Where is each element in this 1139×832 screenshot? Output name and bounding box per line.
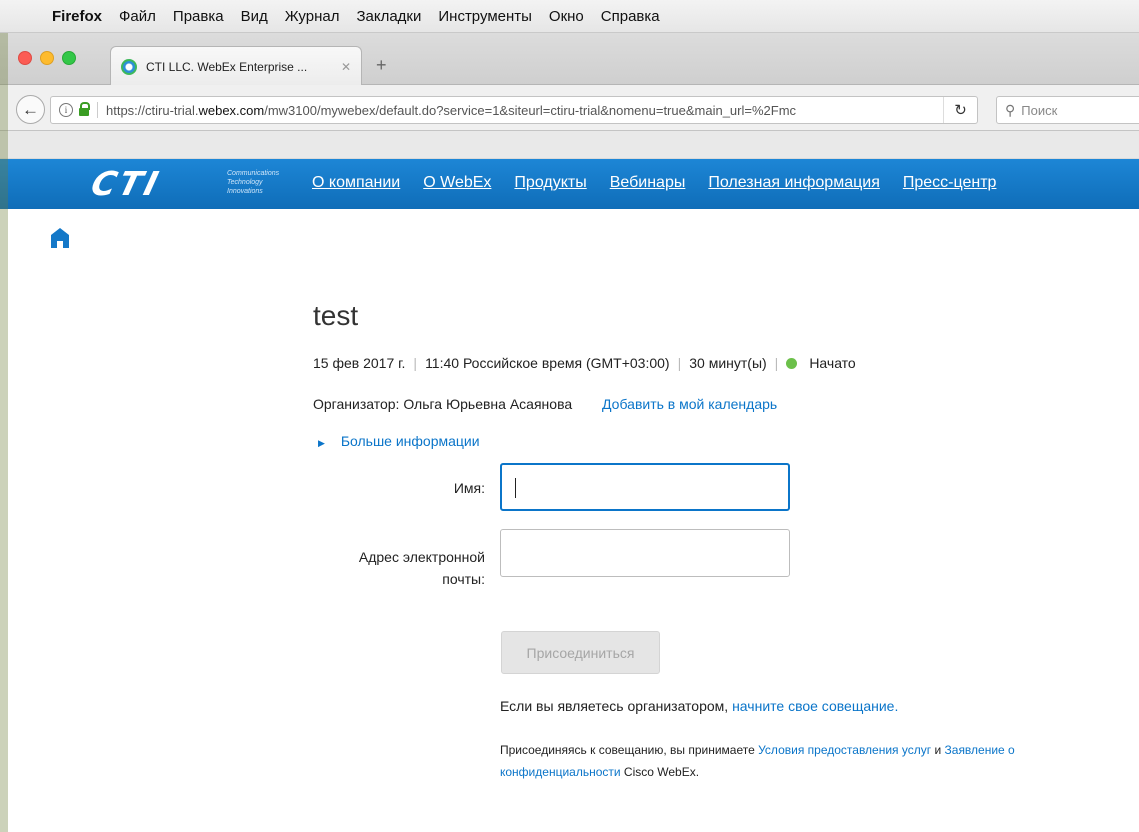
- menu-history[interactable]: Журнал: [285, 8, 340, 25]
- logo-tagline-1: Communications: [227, 170, 280, 177]
- menu-window[interactable]: Окно: [549, 8, 584, 25]
- terms-suffix: Cisco WebEx.: [623, 765, 700, 779]
- join-button[interactable]: Присоединиться: [501, 631, 660, 674]
- email-label-line2: почты:: [442, 571, 485, 587]
- meeting-title: test: [313, 300, 359, 331]
- window-minimize-button[interactable]: [40, 51, 54, 65]
- new-tab-button[interactable]: +: [376, 55, 387, 76]
- tab-close-icon[interactable]: ✕: [341, 60, 351, 74]
- terms-text: Присоединяясь к совещанию, вы принимаете…: [500, 739, 1139, 783]
- url-domain: webex.com: [198, 102, 265, 118]
- window-edge: [0, 33, 8, 832]
- nav-useful-info[interactable]: Полезная информация: [708, 174, 880, 192]
- terms-and: и: [934, 743, 942, 757]
- url-bar[interactable]: i https://ctiru-trial.webex.com/mw3100/m…: [50, 96, 978, 124]
- meeting-date: 15 фев 2017 г.: [313, 355, 406, 371]
- privacy-statement-link-cont[interactable]: конфиденциальности: [500, 765, 621, 779]
- back-arrow-icon: ←: [22, 99, 39, 119]
- logo-tagline-2: Technology: [227, 179, 263, 186]
- nav-webinars[interactable]: Вебинары: [610, 174, 686, 192]
- browser-tab-active[interactable]: CTI LLC. WebEx Enterprise ... ✕: [110, 46, 362, 86]
- logo-tagline-3: Innovations: [227, 188, 263, 195]
- cti-logo[interactable]: CTI Communications Technology Innovation…: [87, 164, 279, 203]
- search-bar[interactable]: ⚲ Поиск: [996, 96, 1139, 124]
- menu-help[interactable]: Справка: [601, 8, 660, 25]
- logo-tagline: Communications Technology Innovations: [227, 169, 279, 196]
- menu-file[interactable]: Файл: [119, 8, 156, 25]
- window-close-button[interactable]: [18, 51, 32, 65]
- macos-menubar: Firefox Файл Правка Вид Журнал Закладки …: [0, 0, 1139, 33]
- meta-divider: |: [774, 355, 779, 371]
- start-meeting-link[interactable]: начните свое совещание.: [732, 698, 898, 714]
- favicon-icon: [121, 58, 137, 75]
- email-label-line1: Адрес электронной: [358, 549, 485, 565]
- meeting-time: 11:40 Российское время (GMT+03:00): [425, 355, 670, 371]
- host-row: Организатор: Ольга Юрьевна Асаянова Доба…: [313, 396, 777, 412]
- browser-tabstrip: CTI LLC. WebEx Enterprise ... ✕ +: [0, 33, 1139, 86]
- meta-divider: |: [677, 355, 682, 371]
- url-text[interactable]: https://ctiru-trial.webex.com/mw3100/myw…: [106, 103, 943, 118]
- nav-about-webex[interactable]: О WebEx: [423, 174, 491, 192]
- toolbar-gap: [0, 131, 1139, 159]
- name-input[interactable]: [500, 463, 790, 511]
- home-icon[interactable]: [50, 227, 70, 252]
- expand-triangle-icon: ▶: [318, 438, 325, 448]
- host-note: Если вы являетесь организатором, начните…: [500, 698, 898, 714]
- url-separator: [97, 102, 98, 118]
- menu-edit[interactable]: Правка: [173, 8, 224, 25]
- host-label: Организатор: Ольга Юрьевна Асаянова: [313, 396, 573, 412]
- email-label: Адрес электронной почты:: [300, 546, 485, 590]
- info-icon[interactable]: i: [59, 103, 73, 117]
- terms-of-service-link[interactable]: Условия предоставления услуг: [758, 743, 931, 757]
- tab-title: CTI LLC. WebEx Enterprise ...: [146, 59, 308, 74]
- more-info-toggle[interactable]: ▶ Больше информации: [318, 433, 480, 449]
- lock-icon[interactable]: [79, 102, 90, 116]
- search-icon: ⚲: [1005, 101, 1016, 118]
- terms-prefix: Присоединяясь к совещанию, вы принимаете: [500, 743, 755, 757]
- menu-tools[interactable]: Инструменты: [438, 8, 532, 25]
- email-input[interactable]: [500, 529, 790, 577]
- meeting-status: Начато: [809, 355, 856, 371]
- name-label: Имя:: [453, 480, 485, 496]
- search-placeholder: Поиск: [1021, 102, 1058, 118]
- site-header: CTI Communications Technology Innovation…: [0, 159, 1139, 209]
- meeting-duration: 30 минут(ы): [689, 355, 767, 371]
- privacy-statement-link[interactable]: Заявление о: [945, 743, 1015, 757]
- menu-app-firefox[interactable]: Firefox: [52, 8, 102, 25]
- host-note-text: Если вы являетесь организатором,: [500, 698, 729, 714]
- nav-products[interactable]: Продукты: [514, 174, 586, 192]
- window-zoom-button[interactable]: [62, 51, 76, 65]
- url-prefix: https://ctiru-trial.: [106, 102, 199, 118]
- status-dot-icon: [786, 357, 798, 369]
- menu-view[interactable]: Вид: [241, 8, 268, 25]
- reload-icon[interactable]: ↻: [943, 97, 977, 123]
- text-caret: [515, 478, 516, 498]
- more-info-label: Больше информации: [340, 433, 480, 449]
- url-suffix: /mw3100/mywebex/default.do?service=1&sit…: [264, 102, 797, 118]
- meeting-meta: 15 фев 2017 г. | 11:40 Российское время …: [313, 355, 856, 371]
- nav-press-center[interactable]: Пресс-центр: [903, 174, 997, 192]
- browser-navbar: ← i https://ctiru-trial.webex.com/mw3100…: [0, 85, 1139, 131]
- back-button[interactable]: ←: [16, 95, 45, 124]
- menu-bookmarks[interactable]: Закладки: [356, 8, 421, 25]
- meta-divider: |: [413, 355, 418, 371]
- add-to-calendar-link[interactable]: Добавить в мой календарь: [602, 396, 777, 412]
- site-nav: О компании О WebEx Продукты Вебинары Пол…: [312, 174, 1019, 192]
- nav-about-company[interactable]: О компании: [312, 174, 400, 192]
- logo-mark: CTI: [87, 164, 166, 203]
